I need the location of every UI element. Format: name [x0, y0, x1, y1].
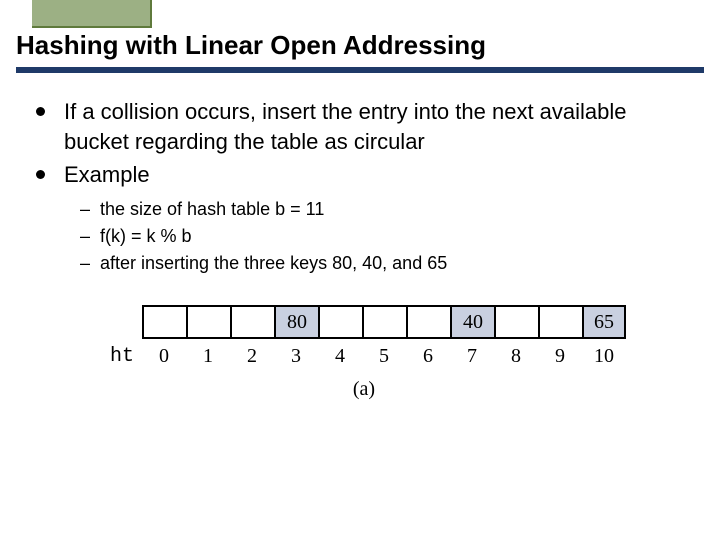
index-8: 8 — [494, 345, 538, 368]
page-title: Hashing with Linear Open Addressing — [16, 30, 704, 61]
index-3: 3 — [274, 345, 318, 368]
bucket-5 — [362, 305, 406, 339]
bucket-6 — [406, 305, 450, 339]
bucket-2 — [230, 305, 274, 339]
bullet-list: If a collision occurs, insert the entry … — [36, 97, 692, 190]
bucket-3: 80 — [274, 305, 318, 339]
bucket-8 — [494, 305, 538, 339]
hash-table-figure: 80 40 65 ht 0 1 2 3 4 5 6 7 8 9 10 (a) — [84, 305, 644, 401]
index-5: 5 — [362, 345, 406, 368]
sub-item: the size of hash table b = 11 — [80, 196, 692, 223]
bucket-10: 65 — [582, 305, 626, 339]
index-7: 7 — [450, 345, 494, 368]
bullet-item: Example — [36, 160, 692, 190]
index-6: 6 — [406, 345, 450, 368]
hash-table-row: 80 40 65 — [124, 305, 644, 339]
table-label: ht — [102, 345, 142, 368]
bucket-7: 40 — [450, 305, 494, 339]
index-0: 0 — [142, 345, 186, 368]
title-rule — [16, 67, 704, 73]
accent-box — [32, 0, 152, 28]
sub-item: f(k) = k % b — [80, 223, 692, 250]
index-2: 2 — [230, 345, 274, 368]
index-10: 10 — [582, 345, 626, 368]
bucket-0 — [142, 305, 186, 339]
index-row: ht 0 1 2 3 4 5 6 7 8 9 10 — [84, 345, 644, 368]
index-9: 9 — [538, 345, 582, 368]
bucket-9 — [538, 305, 582, 339]
bucket-1 — [186, 305, 230, 339]
bucket-4 — [318, 305, 362, 339]
sub-list: the size of hash table b = 11 f(k) = k %… — [36, 196, 692, 277]
figure-caption: (a) — [84, 378, 644, 401]
index-1: 1 — [186, 345, 230, 368]
bullet-item: If a collision occurs, insert the entry … — [36, 97, 692, 156]
sub-item: after inserting the three keys 80, 40, a… — [80, 250, 692, 277]
index-4: 4 — [318, 345, 362, 368]
content: If a collision occurs, insert the entry … — [0, 81, 720, 401]
